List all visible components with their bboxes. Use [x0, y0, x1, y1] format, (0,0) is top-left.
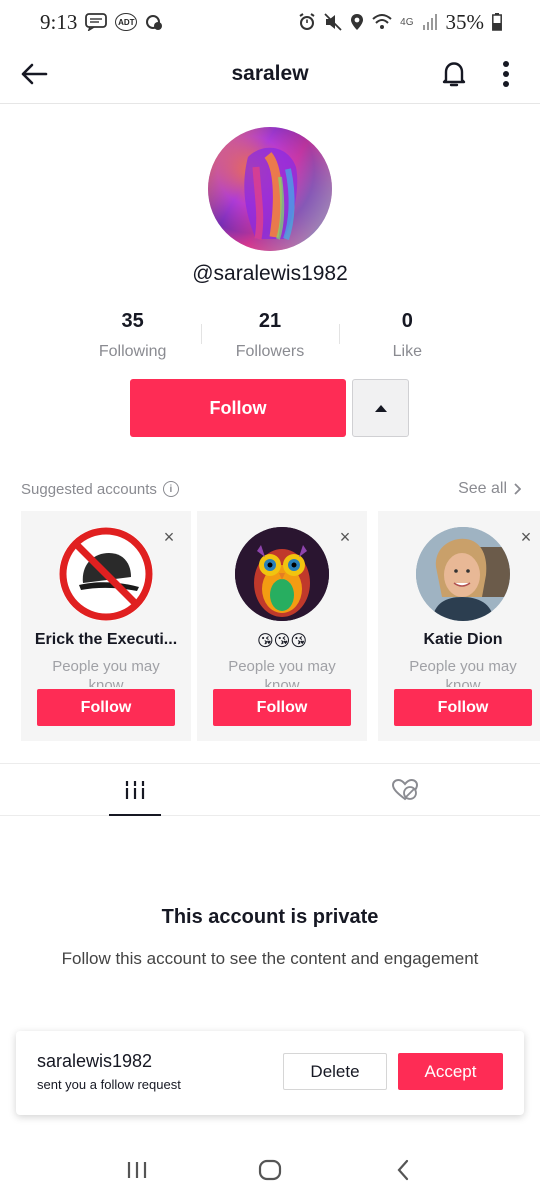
status-left: 9:13 ADT: [40, 10, 163, 35]
top-nav-bar: saralew: [0, 44, 540, 104]
notifications-button[interactable]: [434, 54, 474, 94]
delete-request-button[interactable]: Delete: [283, 1053, 387, 1090]
stat-following[interactable]: 35 Following: [64, 310, 201, 361]
status-time: 9:13: [40, 9, 78, 34]
card-follow-button[interactable]: Follow: [394, 689, 532, 726]
private-subtitle: Follow this account to see the content a…: [61, 949, 479, 968]
suggested-card[interactable]: × 😘😘😘 People you may know Follow: [197, 511, 367, 741]
liked-hidden-icon: [391, 778, 419, 800]
recent-apps-icon: [127, 1162, 146, 1178]
profile-tabs: [0, 763, 540, 816]
bell-icon: [442, 62, 466, 87]
profile-handle: @saralewis1982: [192, 262, 348, 285]
card-name: Katie Dion: [423, 631, 503, 648]
page-title: saralew: [231, 61, 309, 85]
recent-apps-button[interactable]: [107, 1140, 167, 1200]
location-icon: [350, 13, 364, 31]
see-all-label: See all: [458, 480, 507, 497]
mute-icon: [324, 13, 342, 31]
system-nav-bar: [0, 1140, 540, 1200]
profile-stats: 35 Following 21 Followers 0 Like: [64, 310, 476, 361]
stat-value: 21: [258, 310, 282, 332]
stat-value: 35: [121, 310, 144, 332]
card-follow-button[interactable]: Follow: [213, 689, 351, 726]
close-icon[interactable]: ×: [518, 528, 534, 546]
adt-app-icon: ADT: [115, 13, 138, 31]
no-cap-icon: [59, 527, 153, 621]
card-avatar[interactable]: [59, 527, 153, 621]
card-subtitle: People you may know: [409, 658, 517, 687]
close-icon[interactable]: ×: [161, 528, 177, 546]
suggested-cards[interactable]: × Erick the Executi... People you may kn…: [21, 511, 540, 743]
follow-button[interactable]: Follow: [130, 379, 346, 437]
chevron-right-icon: [514, 483, 521, 495]
battery-percent: 35%: [445, 9, 485, 34]
owl-art-icon: [235, 527, 329, 621]
chevron-left-icon: [397, 1159, 409, 1181]
suggested-title: Suggested accounts i: [21, 481, 179, 498]
card-follow-button[interactable]: Follow: [37, 689, 175, 726]
follow-request-card: saralewis1982 sent you a follow request …: [16, 1031, 524, 1115]
home-button[interactable]: [240, 1140, 300, 1200]
wifi-icon: [372, 13, 392, 31]
info-icon[interactable]: i: [162, 481, 179, 497]
tab-active-indicator: [109, 814, 161, 816]
card-subtitle: People you may know: [52, 658, 160, 687]
suggested-title-text: Suggested accounts: [21, 480, 157, 498]
card-subtitle: People you may know: [228, 658, 336, 687]
card-name: Erick the Executi...: [34, 631, 178, 648]
close-icon[interactable]: ×: [337, 528, 353, 546]
tab-videos[interactable]: [0, 764, 270, 816]
request-message: sent you a follow request: [37, 1077, 181, 1092]
battery-icon: [492, 13, 502, 31]
caret-up-icon: [374, 405, 387, 412]
grid-icon: [125, 780, 145, 799]
card-name: 😘😘😘: [256, 633, 308, 650]
card-avatar[interactable]: [416, 527, 510, 621]
alarm-icon: [298, 13, 316, 31]
person-photo-icon: [416, 527, 510, 621]
private-title: This account is private: [161, 906, 379, 928]
suggested-card[interactable]: × Erick the Executi... People you may kn…: [21, 511, 191, 741]
accept-request-button[interactable]: Accept: [398, 1053, 503, 1090]
card-avatar[interactable]: [235, 527, 329, 621]
stat-value: 0: [401, 310, 413, 332]
stat-likes[interactable]: 0 Like: [338, 310, 476, 361]
see-all-link[interactable]: See all: [458, 480, 521, 498]
status-right: 4G 35%: [298, 10, 502, 35]
stat-label: Like: [392, 343, 422, 360]
system-back-button[interactable]: [373, 1140, 433, 1200]
more-vertical-icon: [503, 61, 509, 87]
home-icon: [258, 1159, 282, 1181]
suggested-toggle-button[interactable]: [352, 379, 409, 437]
more-options-button[interactable]: [486, 54, 526, 94]
message-notification-icon: [85, 13, 108, 31]
suggested-header: Suggested accounts i See all: [21, 480, 521, 498]
signal-icon: [422, 13, 438, 31]
stat-followers[interactable]: 21 Followers: [201, 310, 338, 361]
status-bar: 9:13 ADT 4G 35%: [0, 0, 540, 44]
request-username[interactable]: saralewis1982: [37, 1051, 152, 1072]
back-button[interactable]: [14, 54, 54, 94]
tab-liked[interactable]: [270, 764, 540, 815]
stat-label: Following: [98, 343, 167, 360]
network-type: 4G: [400, 16, 414, 28]
suggested-card[interactable]: × Katie Dion People you may know Follow: [378, 511, 540, 741]
sync-notification-icon: [145, 13, 163, 31]
profile-avatar[interactable]: [208, 127, 332, 251]
stat-label: Followers: [235, 343, 305, 360]
back-arrow-icon: [21, 63, 48, 85]
